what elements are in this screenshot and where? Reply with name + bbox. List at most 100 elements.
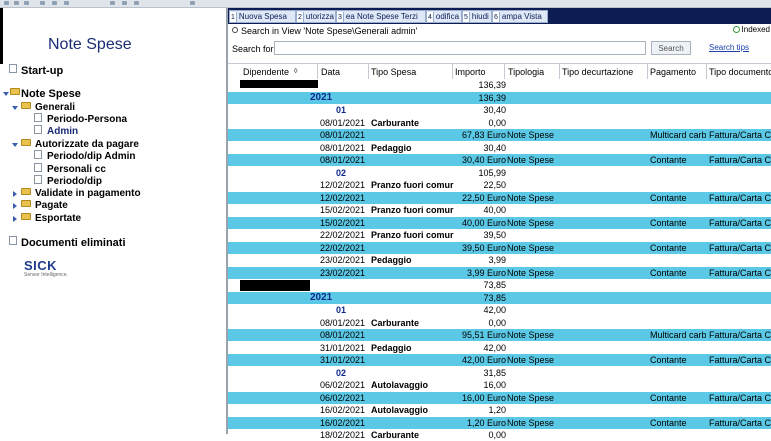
nav-note-spese[interactable]: Note Spese <box>21 88 81 100</box>
column-divider[interactable] <box>317 64 318 79</box>
app-icon[interactable] <box>4 1 9 5</box>
table-row-month[interactable]: 01 42,00 <box>228 304 771 316</box>
col-tipologia[interactable]: Tipologia <box>508 67 544 77</box>
nav-periodo-dip[interactable]: Periodo/dip <box>47 176 102 187</box>
logo-wordmark: SICK <box>24 258 58 273</box>
row-pagamento: Contante <box>650 242 687 253</box>
col-data[interactable]: Data <box>321 67 340 77</box>
table-row[interactable]: 23/02/2021 3,99 Euro Note Spese Contante Fat… <box>228 266 771 279</box>
row-tipologia: Note Spese <box>507 130 555 140</box>
row-amount: 0,00 <box>488 317 506 328</box>
expand-open-icon[interactable] <box>12 143 18 147</box>
table-row[interactable]: 31/01/2021 42,00 Euro Note Spese Contante Fa… <box>228 354 771 366</box>
back-icon[interactable] <box>14 1 19 5</box>
tool-icon[interactable] <box>190 1 195 5</box>
nav-esportate[interactable]: Esportate <box>35 213 81 224</box>
col-pagamento[interactable]: Pagamento <box>650 67 696 77</box>
tool-icon[interactable] <box>134 1 139 5</box>
col-importo[interactable]: Importo <box>455 67 486 77</box>
expand-closed-icon[interactable] <box>13 191 17 197</box>
column-divider[interactable] <box>504 64 505 79</box>
table-row-cat[interactable]: 31/01/2021 Pedaggio 42,00 <box>228 341 771 354</box>
col-tipo-documento[interactable]: Tipo documento <box>709 67 771 77</box>
table-row[interactable]: 16/02/2021 1,20 Euro Note Spese Contante Fat… <box>228 416 771 429</box>
table-row-cat[interactable]: 22/02/2021 Pranzo fuori comur 39,50 <box>228 229 771 241</box>
column-divider[interactable] <box>706 64 707 79</box>
expand-open-icon[interactable] <box>12 106 18 110</box>
search-heading: Search in View 'Note Spese\Generali admi… <box>241 26 418 36</box>
nav-periodo-persona[interactable]: Periodo-Persona <box>47 114 127 125</box>
tool-icon[interactable] <box>122 1 127 5</box>
table-row-cat[interactable]: 06/02/2021 Autolavaggio 16,00 <box>228 379 771 391</box>
save-icon[interactable] <box>40 1 45 5</box>
nav-generali[interactable]: Generali <box>35 102 75 113</box>
nav-documenti-eliminati[interactable]: Documenti eliminati <box>21 237 126 249</box>
expand-closed-icon[interactable] <box>13 216 17 222</box>
stampa-vista-button[interactable]: 6 ampa Vista <box>492 10 548 23</box>
col-tipo-decurtazione[interactable]: Tipo decurtazione <box>562 67 633 77</box>
nav-pagate[interactable]: Pagate <box>35 200 68 211</box>
app-title: Note Spese <box>48 36 132 53</box>
table-row-year[interactable]: 2021 73,85 <box>228 291 771 304</box>
row-month-label: 01 <box>336 305 347 315</box>
table-row-total[interactable]: 136,39 <box>228 79 771 91</box>
table-row-cat[interactable]: 08/01/2021 Pedaggio 30,40 <box>228 141 771 154</box>
nav-personali-cc[interactable]: Personali cc <box>47 164 106 175</box>
tool-icon[interactable] <box>110 1 115 5</box>
chiudi-button[interactable]: 5 hiudi <box>462 10 492 23</box>
nav-start-up[interactable]: Start-up <box>21 65 63 77</box>
sort-icon[interactable]: ◊ <box>294 68 297 75</box>
table-row-cat[interactable]: 23/02/2021 Pedaggio 3,99 <box>228 254 771 266</box>
nuova-spesa-button[interactable]: 1 Nuova Spesa <box>229 10 296 23</box>
table-row-cat[interactable]: 12/02/2021 Pranzo fuori comur 22,50 <box>228 179 771 191</box>
column-divider[interactable] <box>559 64 560 79</box>
table-row-cat[interactable]: 18/02/2021 Carburante 0,00 <box>228 429 771 441</box>
search-tips-link[interactable]: Search tips <box>709 43 749 52</box>
modifica-button[interactable]: 4 odifica <box>426 10 462 23</box>
table-row[interactable]: 08/01/2021 30,40 Euro Note Spese Contante Fa… <box>228 154 771 166</box>
table-row-month[interactable]: 02 31,85 <box>228 366 771 379</box>
view-icon <box>34 163 42 172</box>
search-button[interactable]: Search <box>651 41 691 55</box>
folder-icon <box>21 139 31 146</box>
row-month-label: 01 <box>336 105 347 115</box>
expand-closed-icon[interactable] <box>13 203 17 209</box>
row-pagamento: Multicard carb <box>650 130 706 140</box>
table-row-year[interactable]: 2021 136,39 <box>228 91 771 104</box>
table-row[interactable]: 08/01/2021 67,83 Euro Note Spese Multicard … <box>228 129 771 141</box>
table-row[interactable]: 15/02/2021 40,00 Euro Note Spese Contante Fa… <box>228 216 771 229</box>
col-dipendente[interactable]: Dipendente <box>243 67 289 77</box>
button-label: ea Note Spese Terzi <box>345 12 418 21</box>
view-icon <box>34 175 42 184</box>
nav-validate-in-pagamento[interactable]: Validate in pagamento <box>35 188 141 199</box>
search-input[interactable] <box>274 41 646 55</box>
column-divider[interactable] <box>368 64 369 79</box>
row-tipo-spesa: Pedaggio <box>371 142 412 153</box>
table-row-month[interactable]: 01 30,40 <box>228 104 771 116</box>
button-number: 5 <box>463 12 470 22</box>
refresh-icon[interactable] <box>64 1 69 5</box>
nav-periodo-dip-admin[interactable]: Periodo/dip Admin <box>47 151 136 162</box>
print-icon[interactable] <box>52 1 57 5</box>
expand-open-icon[interactable] <box>3 92 9 96</box>
table-row-cat[interactable]: 08/01/2021 Carburante 0,00 <box>228 316 771 329</box>
crea-note-spese-terzi-button[interactable]: 3 ea Note Spese Terzi <box>336 10 426 23</box>
column-divider[interactable] <box>647 64 648 79</box>
table-row-month[interactable]: 02 105,99 <box>228 166 771 179</box>
forward-icon[interactable] <box>24 1 29 5</box>
table-row-cat[interactable]: 15/02/2021 Pranzo fuori comur 40,00 <box>228 204 771 216</box>
table-row-cat[interactable]: 08/01/2021 Carburante 0,00 <box>228 116 771 129</box>
nav-admin[interactable]: Admin <box>47 126 78 137</box>
table-row[interactable]: 06/02/2021 16,00 Euro Note Spese Contante Fa… <box>228 391 771 404</box>
view-icon <box>34 150 42 159</box>
table-row[interactable]: 12/02/2021 22,50 Euro Note Spese Contante Fa… <box>228 191 771 204</box>
table-row[interactable]: 08/01/2021 95,51 Euro Note Spese Multicard … <box>228 329 771 341</box>
table-row[interactable]: 22/02/2021 39,50 Euro Note Spese Contante Fa… <box>228 241 771 254</box>
autorizza-button[interactable]: 2 utorizza <box>296 10 336 23</box>
col-tipo-spesa[interactable]: Tipo Spesa <box>371 67 416 77</box>
table-row-cat[interactable]: 16/02/2021 Autolavaggio 1,20 <box>228 404 771 416</box>
nav-autorizzate-da-pagare[interactable]: Autorizzate da pagare <box>35 139 139 150</box>
column-divider[interactable] <box>452 64 453 79</box>
row-date: 06/02/2021 <box>320 380 366 390</box>
table-row-total[interactable]: 73,85 <box>228 279 771 291</box>
